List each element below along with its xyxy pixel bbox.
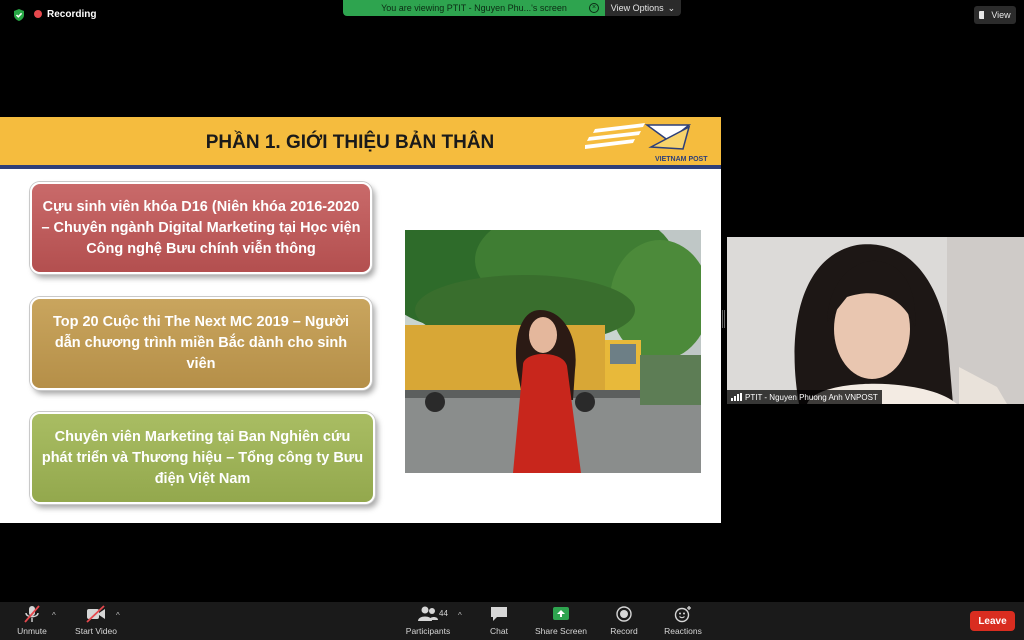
info-box-text: Top 20 Cuộc thi The Next MC 2019 – Người… [52,314,350,372]
meeting-toolbar: Unmute ^ Start Video ^ Participants 44 ^ [0,602,1024,640]
record-button[interactable]: Record [604,602,644,640]
banner-close-icon[interactable]: × [589,3,599,13]
view-options-button[interactable]: View Options ⌄ [605,0,681,16]
share-screen-label: Share Screen [535,626,587,636]
zoom-meeting-window: Recording You are viewing PTIT - Nguyen … [0,0,1024,640]
participant-name: PTIT - Nguyen Phuong Anh VNPOST [745,392,878,402]
participants-label: Participants [405,626,451,636]
info-box-text: Chuyên viên Marketing tại Ban Nghiên cứu… [41,428,364,487]
slide-header: PHẦN 1. GIỚI THIỆU BẢN THÂN VIETNAM POST [0,117,721,169]
participants-chevron-icon[interactable]: ^ [458,611,462,620]
chat-icon [491,607,507,621]
reactions-button[interactable]: Reactions [660,602,706,640]
logo-text: VIETNAM POST [655,156,708,163]
reactions-icon [674,606,691,623]
signal-bars-icon [731,393,742,401]
shield-check-icon[interactable] [12,8,26,22]
view-options-label: View Options [610,3,664,13]
video-options-chevron-icon[interactable]: ^ [116,611,120,620]
video-off-icon [86,605,105,623]
viewing-screen-banner: You are viewing PTIT - Nguyen Phu...'s s… [343,0,605,16]
info-box-job: Chuyên viên Marketing tại Ban Nghiên cứu… [30,412,375,504]
chevron-down-icon: ⌄ [667,2,676,13]
participant-name-label: PTIT - Nguyen Phuong Anh VNPOST [727,390,882,404]
info-box-education: Cựu sinh viên khóa D16 (Niên khóa 2016-2… [30,182,372,274]
vietnam-post-logo: VIETNAM POST [585,123,708,163]
recording-indicator[interactable]: Recording [34,5,96,23]
participants-button[interactable]: Participants [400,602,456,640]
info-box-mc-contest: Top 20 Cuộc thi The Next MC 2019 – Người… [30,297,372,390]
view-icon [979,11,988,19]
reactions-label: Reactions [664,626,702,636]
record-label: Record [610,626,638,636]
info-box-text: Cựu sinh viên khóa D16 (Niên khóa 2016-2… [41,198,361,257]
record-icon [616,606,632,622]
audio-options-chevron-icon[interactable]: ^ [52,611,56,620]
start-video-label: Start Video [75,626,117,636]
presenter-photo [405,230,701,473]
participant-video-tile[interactable]: PTIT - Nguyen Phuong Anh VNPOST [727,237,1024,404]
record-dot-icon [34,10,42,18]
view-button[interactable]: View [974,6,1016,24]
panel-resize-handle[interactable] [722,310,725,328]
recording-label: Recording [47,8,97,20]
mic-muted-icon [24,605,40,623]
participant-video [727,237,1024,404]
unmute-button[interactable]: Unmute [14,602,50,640]
leave-button[interactable]: Leave [970,611,1015,631]
view-label: View [991,10,1011,20]
slide-title: PHẦN 1. GIỚI THIỆU BẢN THÂN [205,132,495,153]
participants-icon [418,606,438,621]
shared-screen-slide: PHẦN 1. GIỚI THIỆU BẢN THÂN VIETNAM POST… [0,117,721,523]
chat-label: Chat [490,626,508,636]
share-screen-button[interactable]: Share Screen [530,602,592,640]
start-video-button[interactable]: Start Video [70,602,122,640]
viewing-banner-text: You are viewing PTIT - Nguyen Phu...'s s… [381,3,567,13]
share-screen-icon [553,607,569,620]
chat-button[interactable]: Chat [484,602,514,640]
participants-count: 44 [439,609,448,618]
unmute-label: Unmute [17,626,47,636]
